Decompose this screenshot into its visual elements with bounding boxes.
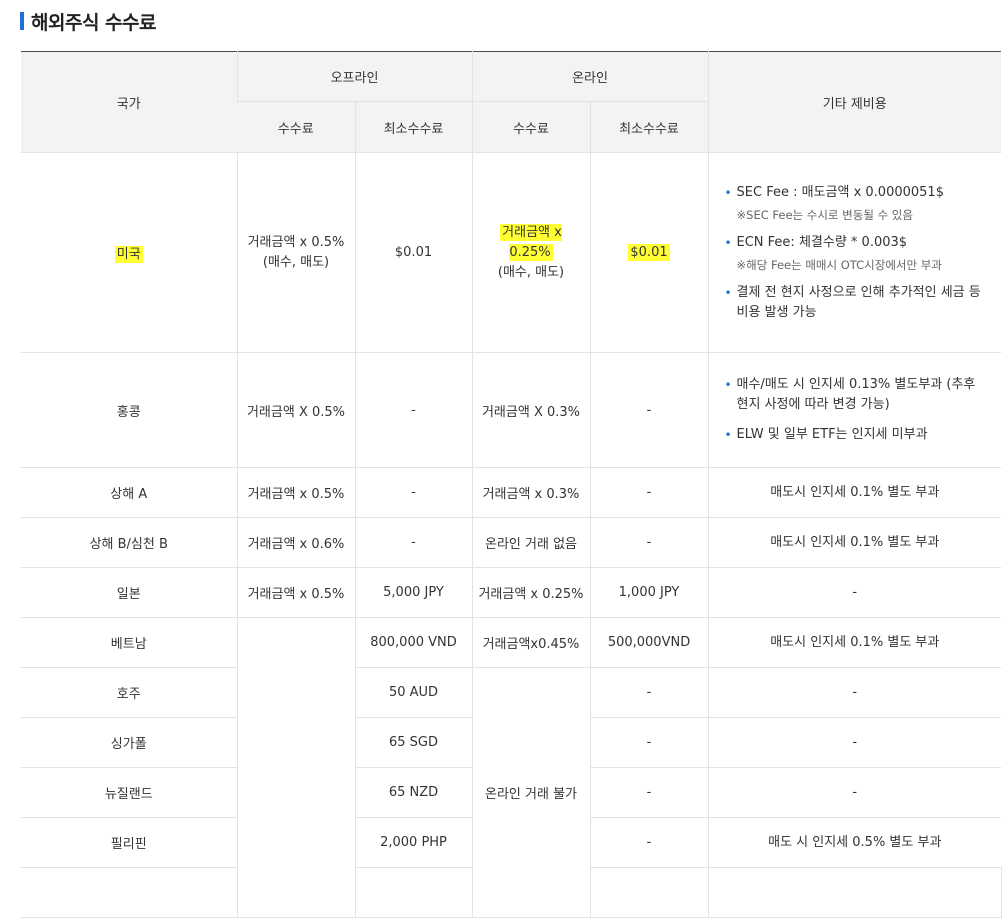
bullet-icon: • xyxy=(724,378,732,392)
offline-fee-cell: 거래금액 x 0.6% xyxy=(236,517,355,568)
offline-min-fee-cell: $0.01 xyxy=(354,152,472,353)
offline-fee-cell: 거래금액 x 0.5% xyxy=(236,567,355,618)
table-row-shanghai-shenzhen-b: 상해 B/심천 B 거래금액 x 0.6% - 온라인 거래 없음 - 매도시 … xyxy=(21,517,1002,568)
notes-cell: 매도시 인지세 0.1% 별도 부과 xyxy=(707,467,1002,518)
header-online-min-fee: 최소수수료 xyxy=(589,101,709,153)
offline-fee-cell: 거래금액 X 0.5% xyxy=(236,352,355,468)
fee-table-container: 국가 오프라인 온라인 기타 제비용 수수료 최소수수료 수수료 최소수수료 미… xyxy=(21,51,1008,918)
note-item: • ELW 및 일부 ETF는 인지세 미부과 xyxy=(725,425,992,445)
table-row-australia: 호주 50 AUD 온라인 거래 불가 - - xyxy=(21,667,1002,918)
bullet-icon: • xyxy=(724,428,732,442)
table-row-hongkong: 홍콩 거래금액 X 0.5% - 거래금액 X 0.3% - • 매수/매도 시 … xyxy=(21,352,1002,468)
offline-fee-cell: 거래금액 x 0.5% (매수, 매도) xyxy=(236,152,355,353)
online-fee-cell: 온라인 거래 없음 xyxy=(471,517,590,568)
online-min-fee-cell: - xyxy=(589,667,709,718)
country-cell: 홍콩 xyxy=(21,352,237,468)
notes-cell: - xyxy=(707,567,1002,618)
header-offline-min-fee: 최소수수료 xyxy=(354,101,472,153)
notes-cell: - xyxy=(707,667,1002,718)
offline-fee-merged-cell xyxy=(236,617,355,918)
header-online: 온라인 xyxy=(471,51,709,102)
header-offline: 오프라인 xyxy=(236,51,472,102)
header-country: 국가 xyxy=(21,51,237,153)
offline-min-fee-cell: - xyxy=(354,352,472,468)
country-cell: 호주 xyxy=(21,667,237,718)
online-fee-line2: (매수, 매도) xyxy=(497,264,565,280)
online-fee-cell: 거래금액 X 0.3% xyxy=(471,352,590,468)
country-cell: 상해 B/심천 B xyxy=(21,517,237,568)
notes-cell: • SEC Fee : 매도금액 x 0.0000051$ ※SEC Fee는 수… xyxy=(707,152,1002,353)
table-row-japan: 일본 거래금액 x 0.5% 5,000 JPY 거래금액 x 0.25% 1,… xyxy=(21,567,1002,618)
online-fee-cell: 거래금액 x 0.3% xyxy=(471,467,590,518)
notes-cell: 매도 시 인지세 0.5% 별도 부과 xyxy=(707,817,1002,868)
highlighted-country: 미국 xyxy=(114,246,143,263)
table-row-usa: 미국 거래금액 x 0.5% (매수, 매도) $0.01 거래금액 x 0.2… xyxy=(21,152,1002,353)
table-row-vietnam: 베트남 800,000 VND 거래금액x0.45% 500,000VND 매도… xyxy=(21,617,1002,918)
note-item: • SEC Fee : 매도금액 x 0.0000051$ xyxy=(725,183,992,203)
offline-min-fee-cell: - xyxy=(354,517,472,568)
online-min-fee-cell: - xyxy=(589,817,709,868)
country-cell: 상해 A xyxy=(21,467,237,518)
table-row-shanghai-a: 상해 A 거래금액 x 0.5% - 거래금액 x 0.3% - 매도시 인지세… xyxy=(21,467,1002,518)
country-cell: 뉴질랜드 xyxy=(21,767,237,818)
offline-min-fee-cell: 65 NZD xyxy=(354,767,472,818)
country-cell: 필리핀 xyxy=(21,817,237,868)
country-cell: 미국 xyxy=(21,152,237,353)
online-min-fee-cell: - xyxy=(589,467,709,518)
country-cell: 베트남 xyxy=(21,617,237,668)
notes-cell: 매도시 인지세 0.1% 별도 부과 xyxy=(707,517,1002,568)
country-cell: 일본 xyxy=(21,567,237,618)
header-offline-fee: 수수료 xyxy=(237,101,355,153)
offline-min-fee-cell: 65 SGD xyxy=(354,717,472,768)
online-min-fee-cell: - xyxy=(589,767,709,818)
note-subtext: ※해당 Fee는 매매시 OTC시장에서만 부과 xyxy=(736,257,942,272)
header-online-fee: 수수료 xyxy=(471,101,590,153)
online-fee-cell: 거래금액 x 0.25% xyxy=(471,567,590,618)
offline-fee-line2: (매수, 매도) xyxy=(262,254,330,270)
offline-min-fee-cell: 50 AUD xyxy=(354,667,472,718)
note-item: • ECN Fee: 체결수량 * 0.003$ xyxy=(725,233,992,253)
note-item: • 결제 전 현지 사정으로 인해 추가적인 세금 등 비용 발생 가능 xyxy=(724,284,981,320)
title-accent-bar xyxy=(20,12,24,30)
notes-cell: • 매수/매도 시 인지세 0.13% 별도부과 (추후 현지 사정에 따라 변경… xyxy=(707,352,1002,468)
online-min-fee-cell: $0.01 xyxy=(589,152,709,353)
header-other-costs: 기타 제비용 xyxy=(707,51,1002,153)
note-item: • 매수/매도 시 인지세 0.13% 별도부과 (추후 현지 사정에 따라 변경… xyxy=(724,377,976,412)
fee-table: 국가 오프라인 온라인 기타 제비용 수수료 최소수수료 수수료 최소수수료 미… xyxy=(21,51,1002,918)
online-fee-cell: 거래금액x0.45% xyxy=(471,617,590,668)
online-unavailable-merged-cell: 온라인 거래 불가 xyxy=(471,667,590,918)
offline-min-fee-cell: 2,000 PHP xyxy=(354,817,472,868)
online-min-fee-cell: - xyxy=(589,717,709,768)
offline-min-fee-cell: - xyxy=(354,467,472,518)
online-min-fee-cell: - xyxy=(589,517,709,568)
bullet-icon: • xyxy=(724,185,732,200)
offline-min-fee-cell: 800,000 VND xyxy=(354,617,472,668)
online-min-fee-cell: 500,000VND xyxy=(589,617,709,668)
notes-cell: - xyxy=(707,717,1002,768)
page-title-text: 해외주식 수수료 xyxy=(31,11,156,34)
online-min-fee-cell: - xyxy=(589,352,709,468)
bullet-icon: • xyxy=(724,235,732,250)
country-cell: 싱가폴 xyxy=(21,717,237,768)
note-subtext: ※SEC Fee는 수시로 변동될 수 있음 xyxy=(736,207,913,222)
page-title: 해외주식 수수료 xyxy=(20,8,156,34)
highlighted-online-fee: 거래금액 x 0.25% xyxy=(500,223,562,261)
online-fee-cell: 거래금액 x 0.25% (매수, 매도) xyxy=(471,152,590,353)
online-min-fee-cell: 1,000 JPY xyxy=(589,567,709,618)
highlighted-online-min: $0.01 xyxy=(628,244,670,261)
offline-fee-cell: 거래금액 x 0.5% xyxy=(236,467,355,518)
offline-fee-line1: 거래금액 x 0.5% xyxy=(247,234,345,250)
offline-min-fee-cell: 5,000 JPY xyxy=(354,567,472,618)
bullet-icon: • xyxy=(724,285,732,300)
notes-cell: - xyxy=(707,767,1002,818)
notes-cell: 매도시 인지세 0.1% 별도 부과 xyxy=(707,617,1002,668)
